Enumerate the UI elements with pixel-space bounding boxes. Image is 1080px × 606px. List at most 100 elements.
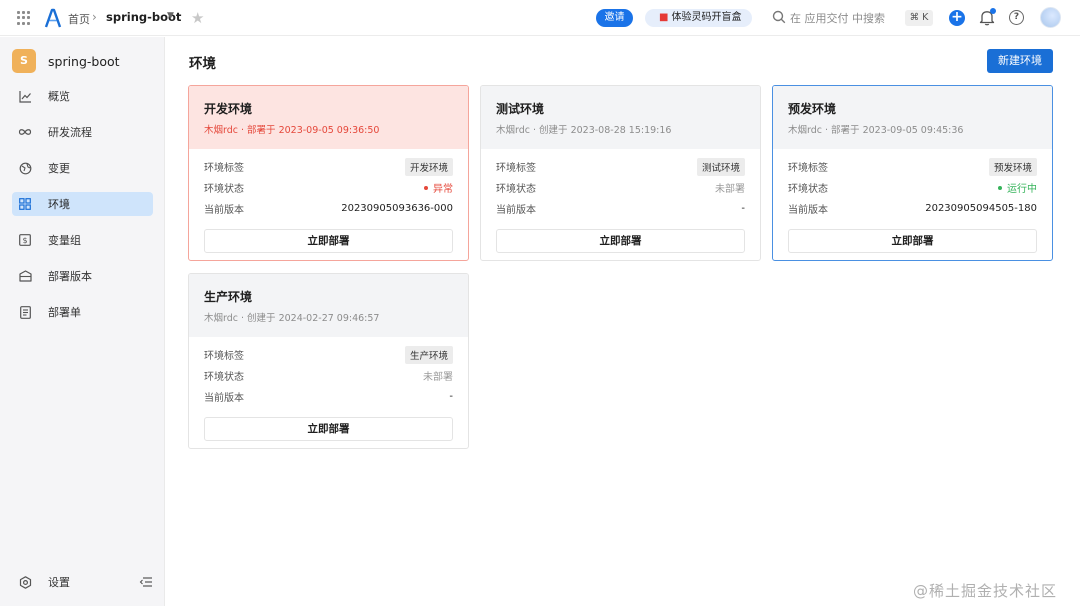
card-header: 生产环境 木烟rdc · 创建于 2024-02-27 09:46:57 (189, 274, 468, 337)
env-tag: 生产环境 (404, 345, 453, 364)
sidebar-item-deploy-versions[interactable]: 部署版本 (12, 264, 153, 288)
card-subtitle: 木烟rdc · 部署于 2023-09-05 09:45:36 (788, 125, 964, 136)
status-label: 环境状态 (204, 184, 244, 195)
card-subtitle: 木烟rdc · 创建于 2023-08-28 15:19:16 (496, 125, 672, 136)
version-row: 当前版本 20230905093636-000 (204, 198, 453, 219)
version-label: 当前版本 (204, 205, 244, 216)
status-dot (998, 186, 1002, 190)
status-row: 环境状态 未部署 (204, 365, 453, 386)
card-body: 环境标签 开发环境 环境状态 异常 当前版本 20230905093636-00… (189, 149, 468, 253)
sidebar-item-label: 变量组 (48, 234, 81, 247)
tag-label: 环境标签 (204, 351, 244, 362)
env-tag: 预发环境 (988, 157, 1037, 176)
globe-icon (18, 161, 32, 175)
card-subtitle: 木烟rdc · 部署于 2023-09-05 09:36:50 (204, 125, 380, 136)
trial-button[interactable]: ■ 体验灵码开盲盒 (645, 9, 752, 27)
version-row: 当前版本 - (496, 198, 745, 219)
card-body: 环境标签 测试环境 环境状态 未部署 当前版本 - 立即部署 (481, 149, 760, 253)
status-row: 环境状态 运行中 (788, 177, 1037, 198)
version-value: - (449, 391, 453, 402)
tag-label: 环境标签 (788, 163, 828, 174)
gear-icon (18, 575, 32, 589)
sidebar-item-label: 部署单 (48, 306, 81, 319)
version-label: 当前版本 (204, 393, 244, 404)
sidebar-item-settings[interactable]: 设置 (12, 570, 153, 594)
project-header[interactable]: S spring-boot (12, 49, 120, 73)
card-title: 预发环境 (788, 102, 837, 116)
tag-row: 环境标签 测试环境 (496, 156, 745, 177)
environment-card-test[interactable]: 测试环境 木烟rdc · 创建于 2023-08-28 15:19:16 环境标… (480, 85, 761, 261)
card-title: 测试环境 (496, 102, 545, 116)
status-badge: 异常 (424, 180, 453, 195)
version-value: 20230905093636-000 (341, 203, 453, 214)
add-icon[interactable]: + (949, 10, 965, 26)
notification-dot (990, 8, 996, 14)
sidebar-item-label: 环境 (48, 198, 70, 211)
status-badge: 运行中 (998, 180, 1037, 195)
environment-card-dev[interactable]: 开发环境 木烟rdc · 部署于 2023-09-05 09:36:50 环境标… (188, 85, 469, 261)
chart-line-icon (18, 89, 32, 103)
status-label: 环境状态 (204, 372, 244, 383)
avatar[interactable] (1040, 7, 1061, 28)
sidebar: S spring-boot 概览 研发流程 变更 环境 $ 变量组 部署版本 部… (0, 37, 165, 606)
caret-down-icon[interactable]: ▼ (167, 11, 174, 21)
status-label: 环境状态 (788, 184, 828, 195)
search-icon (772, 10, 786, 24)
card-body: 环境标签 预发环境 环境状态 运行中 当前版本 20230905094505-1… (773, 149, 1052, 253)
svg-text:$: $ (22, 236, 27, 245)
tag-label: 环境标签 (204, 163, 244, 174)
sidebar-item-changes[interactable]: 变更 (12, 156, 153, 180)
status-row: 环境状态 异常 (204, 177, 453, 198)
sidebar-item-label: 变更 (48, 162, 70, 175)
star-icon[interactable]: ★ (191, 9, 204, 27)
breadcrumb-home[interactable]: 首页 (68, 11, 90, 27)
project-name: spring-boot (48, 53, 120, 69)
document-icon (18, 305, 32, 319)
collapse-sidebar-icon[interactable] (139, 575, 153, 589)
grid-icon (18, 197, 32, 211)
version-label: 当前版本 (788, 205, 828, 216)
help-icon[interactable]: ? (1009, 10, 1024, 25)
dollar-box-icon: $ (18, 233, 32, 247)
shortcut-badge: ⌘ K (905, 10, 933, 26)
sidebar-item-workflow[interactable]: 研发流程 (12, 120, 153, 144)
version-label: 当前版本 (496, 205, 536, 216)
package-icon (18, 269, 32, 283)
logo-icon[interactable] (44, 8, 62, 28)
status-row: 环境状态 未部署 (496, 177, 745, 198)
version-row: 当前版本 20230905094505-180 (788, 198, 1037, 219)
deploy-now-button[interactable]: 立即部署 (204, 229, 453, 253)
status-text: 运行中 (1007, 184, 1037, 195)
tag-row: 环境标签 预发环境 (788, 156, 1037, 177)
new-environment-button[interactable]: 新建环境 (987, 49, 1053, 73)
apps-grid-icon[interactable] (17, 11, 31, 25)
card-title: 生产环境 (204, 290, 253, 304)
invite-button[interactable]: 邀请 (596, 9, 633, 27)
environment-card-prod[interactable]: 生产环境 木烟rdc · 创建于 2024-02-27 09:46:57 环境标… (188, 273, 469, 449)
sidebar-item-environments[interactable]: 环境 (12, 192, 153, 216)
deploy-now-button[interactable]: 立即部署 (496, 229, 745, 253)
chevron-right-icon: › (92, 10, 97, 24)
sidebar-item-label: 概览 (48, 90, 70, 103)
status-text: 未部署 (423, 372, 453, 383)
gift-icon: ■ (659, 12, 669, 23)
search-input[interactable] (790, 9, 890, 27)
card-title: 开发环境 (204, 102, 253, 116)
top-bar: 首页 › spring-boot ▼ ★ 邀请 ■体验灵码开盲盒 ⌘ K + ? (0, 0, 1080, 36)
version-row: 当前版本 - (204, 386, 453, 407)
deploy-now-button[interactable]: 立即部署 (204, 417, 453, 441)
status-text: 异常 (433, 184, 453, 195)
env-tag: 测试环境 (696, 157, 745, 176)
card-header: 测试环境 木烟rdc · 创建于 2023-08-28 15:19:16 (481, 86, 760, 149)
card-header: 预发环境 木烟rdc · 部署于 2023-09-05 09:45:36 (773, 86, 1052, 149)
environment-card-staging[interactable]: 预发环境 木烟rdc · 部署于 2023-09-05 09:45:36 环境标… (772, 85, 1053, 261)
sidebar-item-deploy-orders[interactable]: 部署单 (12, 300, 153, 324)
sidebar-item-label: 研发流程 (48, 126, 92, 139)
status-text: 未部署 (715, 184, 745, 195)
sidebar-item-overview[interactable]: 概览 (12, 84, 153, 108)
deploy-now-button[interactable]: 立即部署 (788, 229, 1037, 253)
sidebar-item-variable-groups[interactable]: $ 变量组 (12, 228, 153, 252)
settings-label: 设置 (48, 576, 70, 589)
infinity-icon (18, 125, 32, 139)
card-body: 环境标签 生产环境 环境状态 未部署 当前版本 - 立即部署 (189, 337, 468, 441)
